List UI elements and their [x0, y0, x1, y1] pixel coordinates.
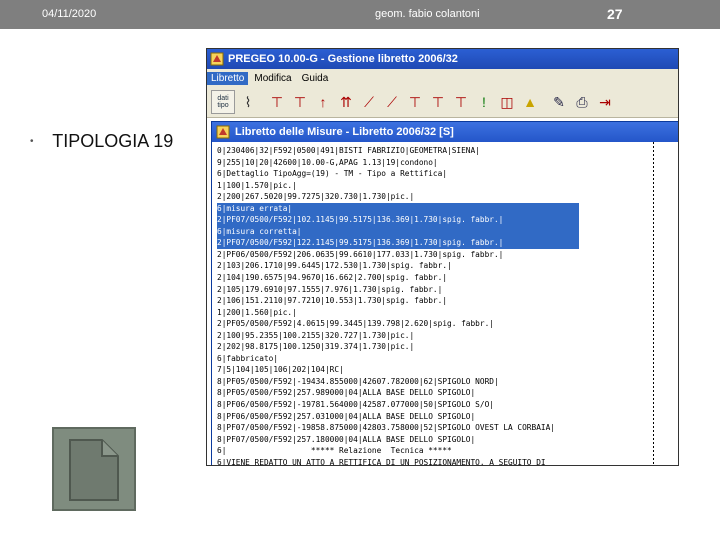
- station-c-icon[interactable]: ⊤: [405, 91, 425, 113]
- toolbar: dati tipo ⌇ ⊤ ⊤ ↑ ⇈ ⟋ ⟋ ⊤ ⊤ ⊤ ! ◫ ▲ ✎ ⎙ …: [207, 87, 678, 118]
- libretto-line[interactable]: 8|PF06/0500/F592|-19781.564000|42587.077…: [217, 399, 678, 411]
- menu-modifica[interactable]: Modifica: [250, 72, 295, 85]
- arrow-up-icon[interactable]: ↑: [313, 91, 333, 113]
- pregeo-title: PREGEO 10.00-G - Gestione libretto 2006/…: [228, 53, 458, 65]
- menu-guida[interactable]: Guida: [298, 72, 333, 85]
- libretto-line[interactable]: 6|Dettaglio TipoAgg=(19) - TM - Tipo a R…: [217, 168, 678, 180]
- libretto-line[interactable]: 1|100|1.570|pic.|: [217, 180, 678, 192]
- warning-icon[interactable]: ▲: [520, 91, 540, 113]
- file-page-icon: [69, 439, 119, 501]
- exit-icon[interactable]: ⇥: [595, 91, 615, 113]
- exclamation-icon[interactable]: !: [474, 91, 494, 113]
- libretto-line[interactable]: 2|PF07/0500/F592|102.1145|99.5175|136.36…: [217, 214, 579, 226]
- arrows-icon[interactable]: ⇈: [336, 91, 356, 113]
- line-a-icon[interactable]: ⟋: [359, 91, 379, 113]
- libretto-line[interactable]: 2|PF06/0500/F592|206.0635|99.6610|177.03…: [217, 249, 678, 261]
- slide-author: geom. fabio colantoni: [375, 8, 480, 20]
- libretto-window: Libretto delle Misure - Libretto 2006/32…: [211, 121, 678, 465]
- libretto-line[interactable]: 9|255|10|20|42600|10.00-G,APAG 1.13|19|c…: [217, 157, 678, 169]
- line-b-icon[interactable]: ⟋: [382, 91, 402, 113]
- libretto-line[interactable]: 2|104|190.6575|94.9670|16.662|2.700|spig…: [217, 272, 678, 284]
- menu-bar: Libretto Modifica Guida: [207, 69, 678, 87]
- libretto-line[interactable]: 6| ***** Relazione Tecnica *****: [217, 445, 678, 457]
- dati-tipo-label: dati tipo: [217, 95, 229, 109]
- bullet-text: TIPOLOGIA 19: [52, 131, 174, 151]
- libretto-line[interactable]: 8|PF05/0500/F592|-19434.855000|42607.782…: [217, 376, 678, 388]
- pregeo-title-bar[interactable]: PREGEO 10.00-G - Gestione libretto 2006/…: [207, 49, 678, 69]
- print-icon[interactable]: ⎙: [572, 91, 592, 113]
- libretto-line[interactable]: 2|105|179.6910|97.1555|7.976|1.730|spig.…: [217, 284, 678, 296]
- libretto-line[interactable]: 0|230406|32|F592|0500|491|BISTI FABRIZIO…: [217, 145, 678, 157]
- pregeo-window: PREGEO 10.00-G - Gestione libretto 2006/…: [206, 48, 679, 466]
- libretto-line[interactable]: 2|100|95.2355|100.2155|320.727|1.730|pic…: [217, 330, 678, 342]
- bullet-icon: •: [30, 136, 34, 147]
- libretto-line[interactable]: 8|PF07/0500/F592|257.180000|04|ALLA BASE…: [217, 434, 678, 446]
- libretto-line[interactable]: 2|200|267.5020|99.7275|320.730|1.730|pic…: [217, 191, 678, 203]
- libretto-line[interactable]: 2|106|151.2110|97.7210|10.553|1.730|spig…: [217, 295, 678, 307]
- menu-libretto[interactable]: Libretto: [207, 71, 249, 85]
- libretto-line[interactable]: 2|PF07/0500/F592|122.1145|99.5175|136.36…: [217, 237, 579, 249]
- libretto-lines[interactable]: 0|230406|32|F592|0500|491|BISTI FABRIZIO…: [212, 142, 678, 465]
- libretto-line[interactable]: 8|PF06/0500/F592|257.031000|04|ALLA BASE…: [217, 411, 678, 423]
- libretto-line[interactable]: 6|misura errata|: [217, 202, 579, 215]
- libretto-line[interactable]: 2|103|206.1710|99.6445|172.530|1.730|spi…: [217, 260, 678, 272]
- libretto-title-bar[interactable]: Libretto delle Misure - Libretto 2006/32…: [212, 122, 678, 142]
- station-d-icon[interactable]: ⊤: [428, 91, 448, 113]
- dati-tipo-button[interactable]: dati tipo: [211, 90, 235, 114]
- pregeo-logo-icon: [210, 52, 224, 66]
- libretto-line[interactable]: 6|fabbricato|: [217, 353, 678, 365]
- document-file-icon[interactable]: [52, 427, 136, 511]
- station-e-icon[interactable]: ⊤: [451, 91, 471, 113]
- libretto-line[interactable]: 6|misura corretta|: [217, 225, 579, 238]
- libretto-line[interactable]: 2|PF05/0500/F592|4.0615|99.3445|139.798|…: [217, 318, 678, 330]
- libretto-line[interactable]: 2|202|98.8175|100.1250|319.374|1.730|pic…: [217, 341, 678, 353]
- edit-icon[interactable]: ✎: [549, 91, 569, 113]
- column-divider: [653, 142, 654, 465]
- slide-header: 04/11/2020 geom. fabio colantoni 27: [0, 0, 720, 29]
- libretto-logo-icon: [216, 125, 230, 139]
- libretto-title: Libretto delle Misure - Libretto 2006/32…: [235, 126, 454, 138]
- slide-date: 04/11/2020: [42, 8, 97, 20]
- libretto-line[interactable]: 7|5|104|105|106|202|104|RC|: [217, 364, 678, 376]
- chart-tool-icon[interactable]: ⌇: [238, 91, 258, 113]
- libretto-line[interactable]: 1|200|1.560|pic.|: [217, 307, 678, 319]
- libretto-line[interactable]: 8|PF05/0500/F592|257.989000|04|ALLA BASE…: [217, 387, 678, 399]
- station-b-icon[interactable]: ⊤: [290, 91, 310, 113]
- bullet-item: • TIPOLOGIA 19: [30, 131, 173, 152]
- libretto-line[interactable]: 8|PF07/0500/F592|-19858.875000|42803.758…: [217, 422, 678, 434]
- libretto-line[interactable]: 6|VIENE REDATTO UN ATTO A RETTIFICA DI U…: [217, 457, 678, 465]
- slide-page-number: 27: [607, 6, 623, 22]
- frame-icon[interactable]: ◫: [497, 91, 517, 113]
- station-a-icon[interactable]: ⊤: [267, 91, 287, 113]
